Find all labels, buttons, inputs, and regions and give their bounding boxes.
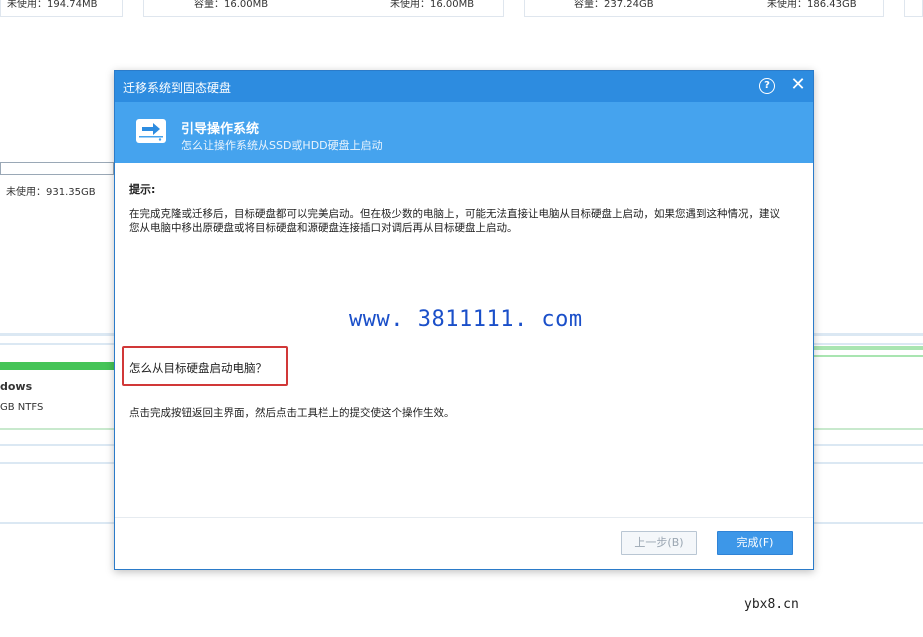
instruction-text: 点击完成按钮返回主界面，然后点击工具栏上的提交使这个操作生效。 bbox=[129, 407, 455, 419]
migrate-os-dialog: 迁移系统到固态硬盘 ? ✕ 引导操作系统 怎么让操作系统从SSD或HDD硬盘上启… bbox=[114, 70, 814, 570]
bg-card-2: 容量：16.00MB 未使用：16.00MB bbox=[143, 0, 504, 17]
bg-card-4 bbox=[904, 0, 923, 17]
header-subtitle: 怎么让操作系统从SSD或HDD硬盘上启动 bbox=[181, 139, 383, 152]
bg-card-3-unused: 未使用：186.43GB bbox=[767, 0, 857, 10]
bg-card-1: 未使用：194.74MB bbox=[0, 0, 123, 17]
bg-card-3: 容量：237.24GB 未使用：186.43GB bbox=[524, 0, 884, 17]
bg-partition-usage-bar-right bbox=[814, 346, 923, 350]
bg-disk-usage-bar bbox=[0, 162, 114, 175]
dialog-footer: 上一步(B) 完成(F) bbox=[115, 517, 813, 569]
tip-text: 在完成克隆或迁移后，目标硬盘都可以完美启动。但在极少数的电脑上，可能无法直接让电… bbox=[129, 208, 780, 234]
bg-partition-info: GB NTFS bbox=[0, 402, 44, 413]
tip-label: 提示: bbox=[129, 183, 156, 196]
bg-partition-usage-bar-right-2 bbox=[814, 355, 923, 357]
site-watermark: ybx8.cn bbox=[744, 597, 799, 612]
dialog-title: 迁移系统到固态硬盘 bbox=[123, 81, 232, 95]
drive-icon bbox=[136, 119, 166, 143]
close-icon[interactable]: ✕ bbox=[789, 76, 807, 94]
bg-card-1-unused: 未使用：194.74MB bbox=[7, 0, 98, 10]
bg-card-2-unused: 未使用：16.00MB bbox=[390, 0, 475, 10]
header-title: 引导操作系统 bbox=[181, 122, 260, 137]
bg-partition-name[interactable]: dows bbox=[0, 380, 32, 393]
bg-partition-usage-bar bbox=[0, 362, 114, 370]
prev-step-button[interactable]: 上一步(B) bbox=[621, 531, 697, 555]
dialog-header: 引导操作系统 怎么让操作系统从SSD或HDD硬盘上启动 bbox=[115, 102, 813, 163]
watermark-text: www. 3811111. com bbox=[349, 307, 583, 332]
bg-card-3-capacity: 容量：237.24GB bbox=[574, 0, 654, 10]
bg-disk-unused: 未使用：931.35GB bbox=[6, 187, 96, 198]
question-text: 怎么从目标硬盘启动电脑？ bbox=[129, 361, 267, 375]
dialog-content: 提示: 在完成克隆或迁移后，目标硬盘都可以完美启动。但在极少数的电脑上，可能无法… bbox=[115, 163, 813, 517]
help-icon[interactable]: ? bbox=[759, 78, 775, 94]
finish-button[interactable]: 完成(F) bbox=[717, 531, 793, 555]
dialog-title-bar[interactable]: 迁移系统到固态硬盘 ? ✕ bbox=[115, 71, 813, 102]
bg-card-2-capacity: 容量：16.00MB bbox=[194, 0, 269, 10]
